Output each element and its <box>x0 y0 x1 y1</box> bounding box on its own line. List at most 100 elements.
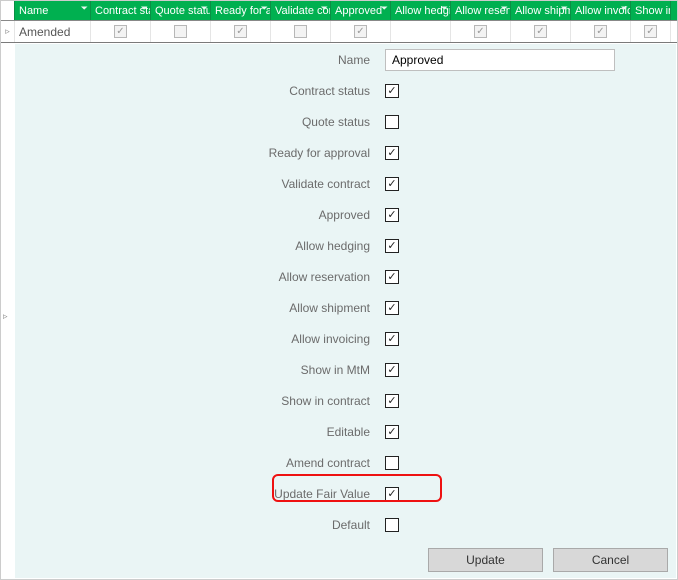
cell-hedging <box>391 21 451 42</box>
form-row: Approved✓ <box>15 199 676 230</box>
form-row-name: Name <box>15 44 676 75</box>
cell-contract-status: ✓ <box>91 21 151 42</box>
cell-shipment: ✓ <box>511 21 571 42</box>
checkbox[interactable]: ✓ <box>385 332 399 346</box>
checkbox[interactable]: ✓ <box>385 487 399 501</box>
col-header-label: Show in MtM <box>635 5 671 17</box>
checkbox-disabled-icon: ✓ <box>474 25 487 38</box>
field-label: Show in contract <box>15 394 385 408</box>
col-header-approved[interactable]: Approved⏷ <box>331 1 391 20</box>
form-row: Show in contract✓ <box>15 385 676 416</box>
checkbox-disabled-icon: ✓ <box>234 25 247 38</box>
form-row: Show in MtM✓ <box>15 354 676 385</box>
filter-icon[interactable]: ⏷ <box>81 3 88 14</box>
checkbox[interactable]: ✓ <box>385 394 399 408</box>
checkbox[interactable]: ✓ <box>385 84 399 98</box>
field-label: Allow invoicing <box>15 332 385 346</box>
form-row: Allow reservation✓ <box>15 261 676 292</box>
field-label: Validate contract <box>15 177 385 191</box>
col-header-label: Name <box>19 5 48 17</box>
table-row[interactable]: ▹ Amended ✓ ✓ ✓ ✓ ✓ ✓ ✓ ✓ ✓ <box>1 21 677 43</box>
expand-column-header <box>1 1 15 20</box>
checkbox-disabled-icon: ✓ <box>594 25 607 38</box>
checkbox[interactable]: ✓ <box>385 363 399 377</box>
footer: Update Cancel <box>15 548 668 572</box>
checkbox[interactable]: ✓ <box>385 146 399 160</box>
cell-quote-status: ✓ <box>151 21 211 42</box>
cell-reservation: ✓ <box>451 21 511 42</box>
field-label: Update Fair Value <box>15 487 385 501</box>
update-button[interactable]: Update <box>428 548 543 572</box>
filter-icon[interactable]: ⏷ <box>501 3 508 14</box>
checkbox[interactable]: ✓ <box>385 518 399 532</box>
form-row: Editable✓ <box>15 416 676 447</box>
checkbox-disabled-icon: ✓ <box>294 25 307 38</box>
field-label: Allow hedging <box>15 239 385 253</box>
detail-panel: Name Contract status✓Quote status✓Ready … <box>15 44 676 578</box>
field-label: Ready for approval <box>15 146 385 160</box>
col-header-validate-contract[interactable]: Validate contract⏷ <box>271 1 331 20</box>
col-header-allow-shipment[interactable]: Allow shipment⏷ <box>511 1 571 20</box>
form-row: Amend contract✓ <box>15 447 676 478</box>
name-input[interactable] <box>385 49 615 71</box>
row-expand-icon[interactable]: ▹ <box>1 21 15 42</box>
field-label: Default <box>15 518 385 532</box>
cell-ready: ✓ <box>211 21 271 42</box>
checkbox-disabled-icon: ✓ <box>354 25 367 38</box>
form-row: Allow shipment✓ <box>15 292 676 323</box>
field-label: Editable <box>15 425 385 439</box>
field-label: Show in MtM <box>15 363 385 377</box>
filter-icon[interactable]: ⏷ <box>261 3 268 14</box>
checkbox[interactable]: ✓ <box>385 239 399 253</box>
name-label: Name <box>15 53 385 67</box>
checkbox-disabled-icon: ✓ <box>644 25 657 38</box>
form-row: Contract status✓ <box>15 75 676 106</box>
cell-approved: ✓ <box>331 21 391 42</box>
filter-icon[interactable]: ⏷ <box>441 3 448 14</box>
checkbox[interactable]: ✓ <box>385 115 399 129</box>
col-header-allow-hedging[interactable]: Allow hedging⏷ <box>391 1 451 20</box>
checkbox[interactable]: ✓ <box>385 425 399 439</box>
form-row: Validate contract✓ <box>15 168 676 199</box>
filter-icon[interactable]: ⏷ <box>381 3 388 14</box>
checkbox[interactable]: ✓ <box>385 456 399 470</box>
col-header-show-mtm[interactable]: Show in MtM <box>631 1 671 20</box>
cancel-button[interactable]: Cancel <box>553 548 668 572</box>
col-header-name[interactable]: Name ⏷ <box>15 1 91 20</box>
checkbox[interactable]: ✓ <box>385 208 399 222</box>
col-header-allow-reservation[interactable]: Allow reservation⏷ <box>451 1 511 20</box>
cell-show-mtm: ✓ <box>631 21 671 42</box>
checkbox[interactable]: ✓ <box>385 270 399 284</box>
form-row: Allow invoicing✓ <box>15 323 676 354</box>
checkbox-disabled-icon: ✓ <box>174 25 187 38</box>
chevron-right-icon: ▹ <box>5 26 10 37</box>
form-row: Ready for approval✓ <box>15 137 676 168</box>
checkbox-disabled-icon: ✓ <box>534 25 547 38</box>
cancel-button-label: Cancel <box>592 553 629 567</box>
col-header-contract-status[interactable]: Contract status⏷ <box>91 1 151 20</box>
filter-icon[interactable]: ⏷ <box>321 3 328 14</box>
filter-icon[interactable]: ⏷ <box>201 3 208 14</box>
cell-validate: ✓ <box>271 21 331 42</box>
field-label: Amend contract <box>15 456 385 470</box>
update-button-label: Update <box>466 553 505 567</box>
filter-icon[interactable]: ⏷ <box>561 3 568 14</box>
checkbox[interactable]: ✓ <box>385 177 399 191</box>
field-label: Contract status <box>15 84 385 98</box>
grid-header: Name ⏷ Contract status⏷ Quote status⏷ Rea… <box>1 1 677 21</box>
cell-invoicing: ✓ <box>571 21 631 42</box>
col-header-allow-invoicing[interactable]: Allow invoicing⏷ <box>571 1 631 20</box>
col-header-label: Approved <box>335 5 382 17</box>
col-header-quote-status[interactable]: Quote status⏷ <box>151 1 211 20</box>
detail-collapse-icon[interactable]: ▹ <box>3 311 8 322</box>
col-header-ready-for-approval[interactable]: Ready for approval⏷ <box>211 1 271 20</box>
filter-icon[interactable]: ⏷ <box>621 3 628 14</box>
field-label: Allow reservation <box>15 270 385 284</box>
field-label: Approved <box>15 208 385 222</box>
form-row: Allow hedging✓ <box>15 230 676 261</box>
form-row: Quote status✓ <box>15 106 676 137</box>
filter-icon[interactable]: ⏷ <box>141 3 148 14</box>
field-label: Quote status <box>15 115 385 129</box>
checkbox[interactable]: ✓ <box>385 301 399 315</box>
cell-name-text: Amended <box>19 25 70 39</box>
